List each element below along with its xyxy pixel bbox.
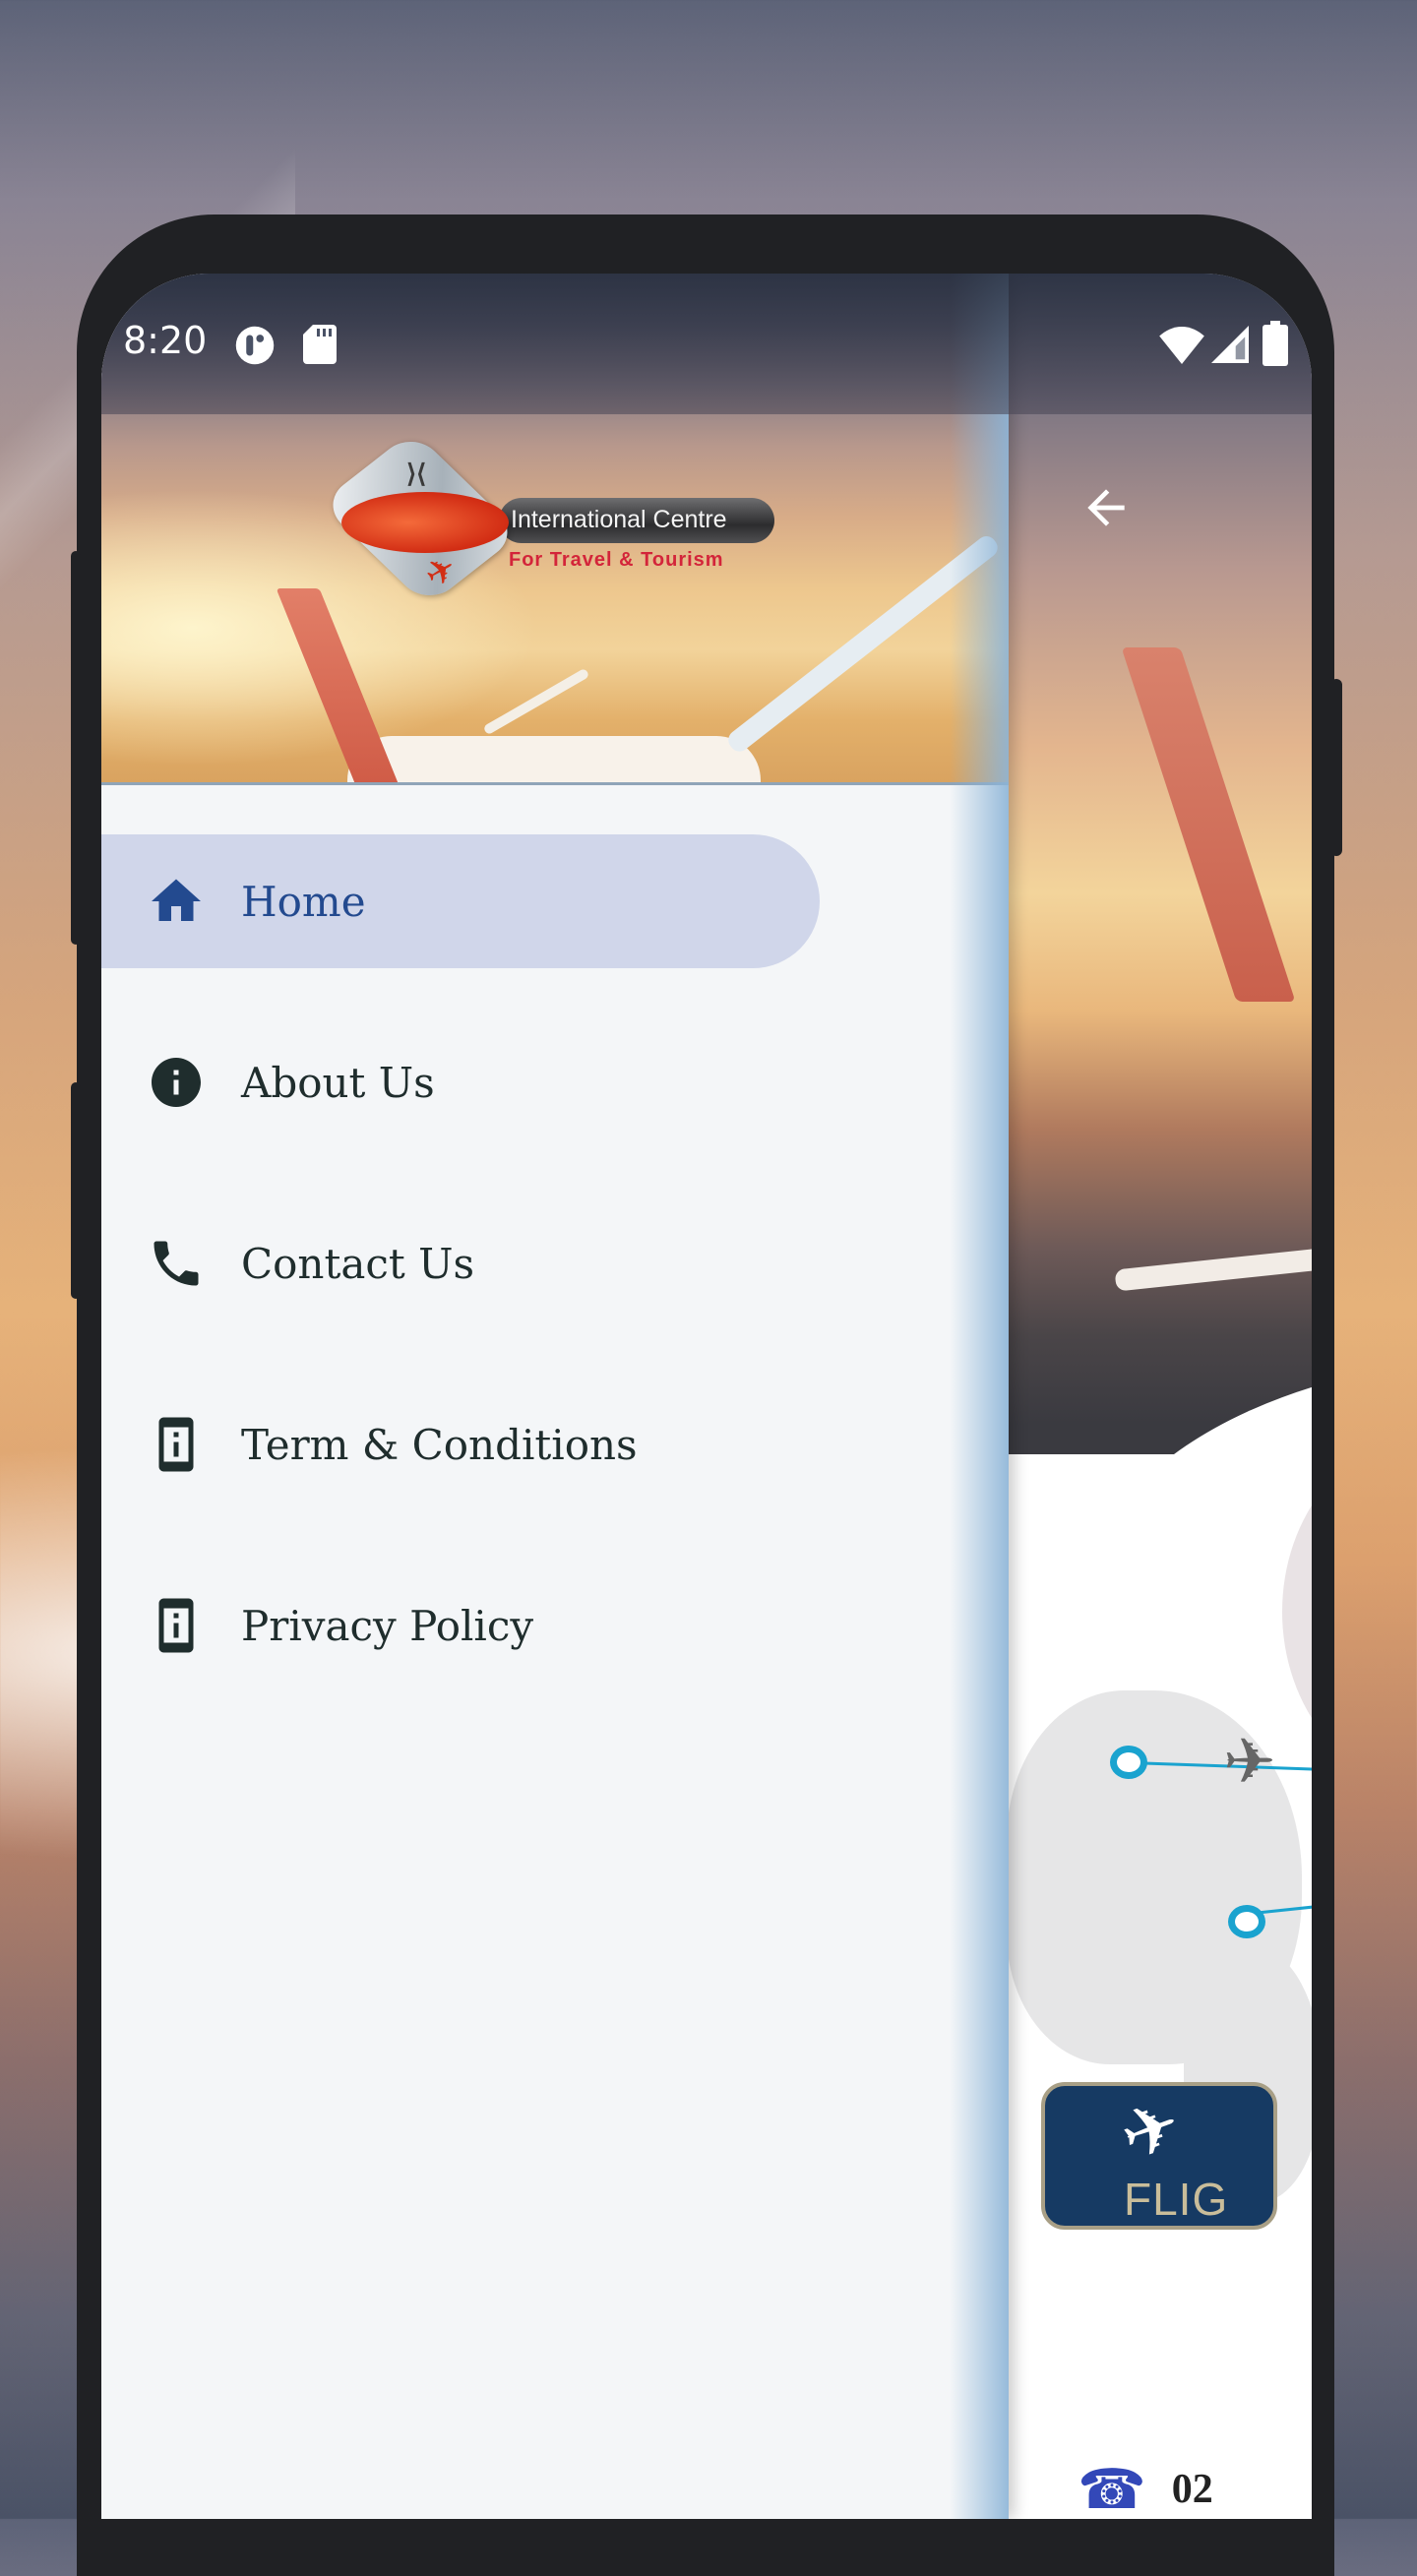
header-plane-fuselage [347,736,761,782]
logo-mark: ⟩⟨ [406,459,427,488]
sd-card-icon [303,325,337,369]
device-info-icon [147,1596,206,1655]
wifi-icon [1159,327,1204,369]
status-time: 8:20 [123,319,208,362]
phone-side-button [1330,679,1342,856]
menu-item-label: Home [241,877,366,926]
cell-signal-icon [1211,325,1249,369]
drawer-menu: Home About Us Contact Us Term & Conditio… [101,834,1009,1740]
notification-app-icon [234,325,276,371]
menu-item-label: Privacy Policy [241,1601,534,1650]
device-info-icon [147,1415,206,1474]
menu-item-home[interactable]: Home [101,834,820,968]
menu-item-label: Term & Conditions [241,1420,638,1469]
battery-icon [1263,321,1288,371]
status-bar: 8:20 [101,274,1312,414]
menu-item-label: Contact Us [241,1239,475,1288]
navigation-drawer: ⟩⟨ ✈ International Centre For Travel & T… [101,274,1009,2519]
logo-subtitle: For Travel & Tourism [509,549,724,571]
phone-icon [147,1234,206,1293]
menu-item-about-us[interactable]: About Us [101,1015,820,1149]
logo-ribbon [341,492,509,553]
menu-item-privacy-policy[interactable]: Privacy Policy [101,1559,820,1692]
menu-item-terms-conditions[interactable]: Term & Conditions [101,1378,820,1511]
company-logo: ⟩⟨ ✈ International Centre For Travel & T… [320,430,873,610]
info-icon [147,1053,206,1112]
logo-name: International Centre [511,506,727,533]
phone-side-button-left [71,551,81,945]
menu-item-contact-us[interactable]: Contact Us [101,1196,820,1330]
home-icon [147,872,206,931]
header-plane-tail [276,588,403,782]
menu-item-label: About Us [241,1058,435,1107]
phone-side-button-left-2 [71,1082,81,1299]
header-plane-wing [482,667,590,736]
phone-screen: ✈ ✈ FLIG ☎ 02 ⟩⟨ ✈ International Centre … [101,274,1312,2519]
